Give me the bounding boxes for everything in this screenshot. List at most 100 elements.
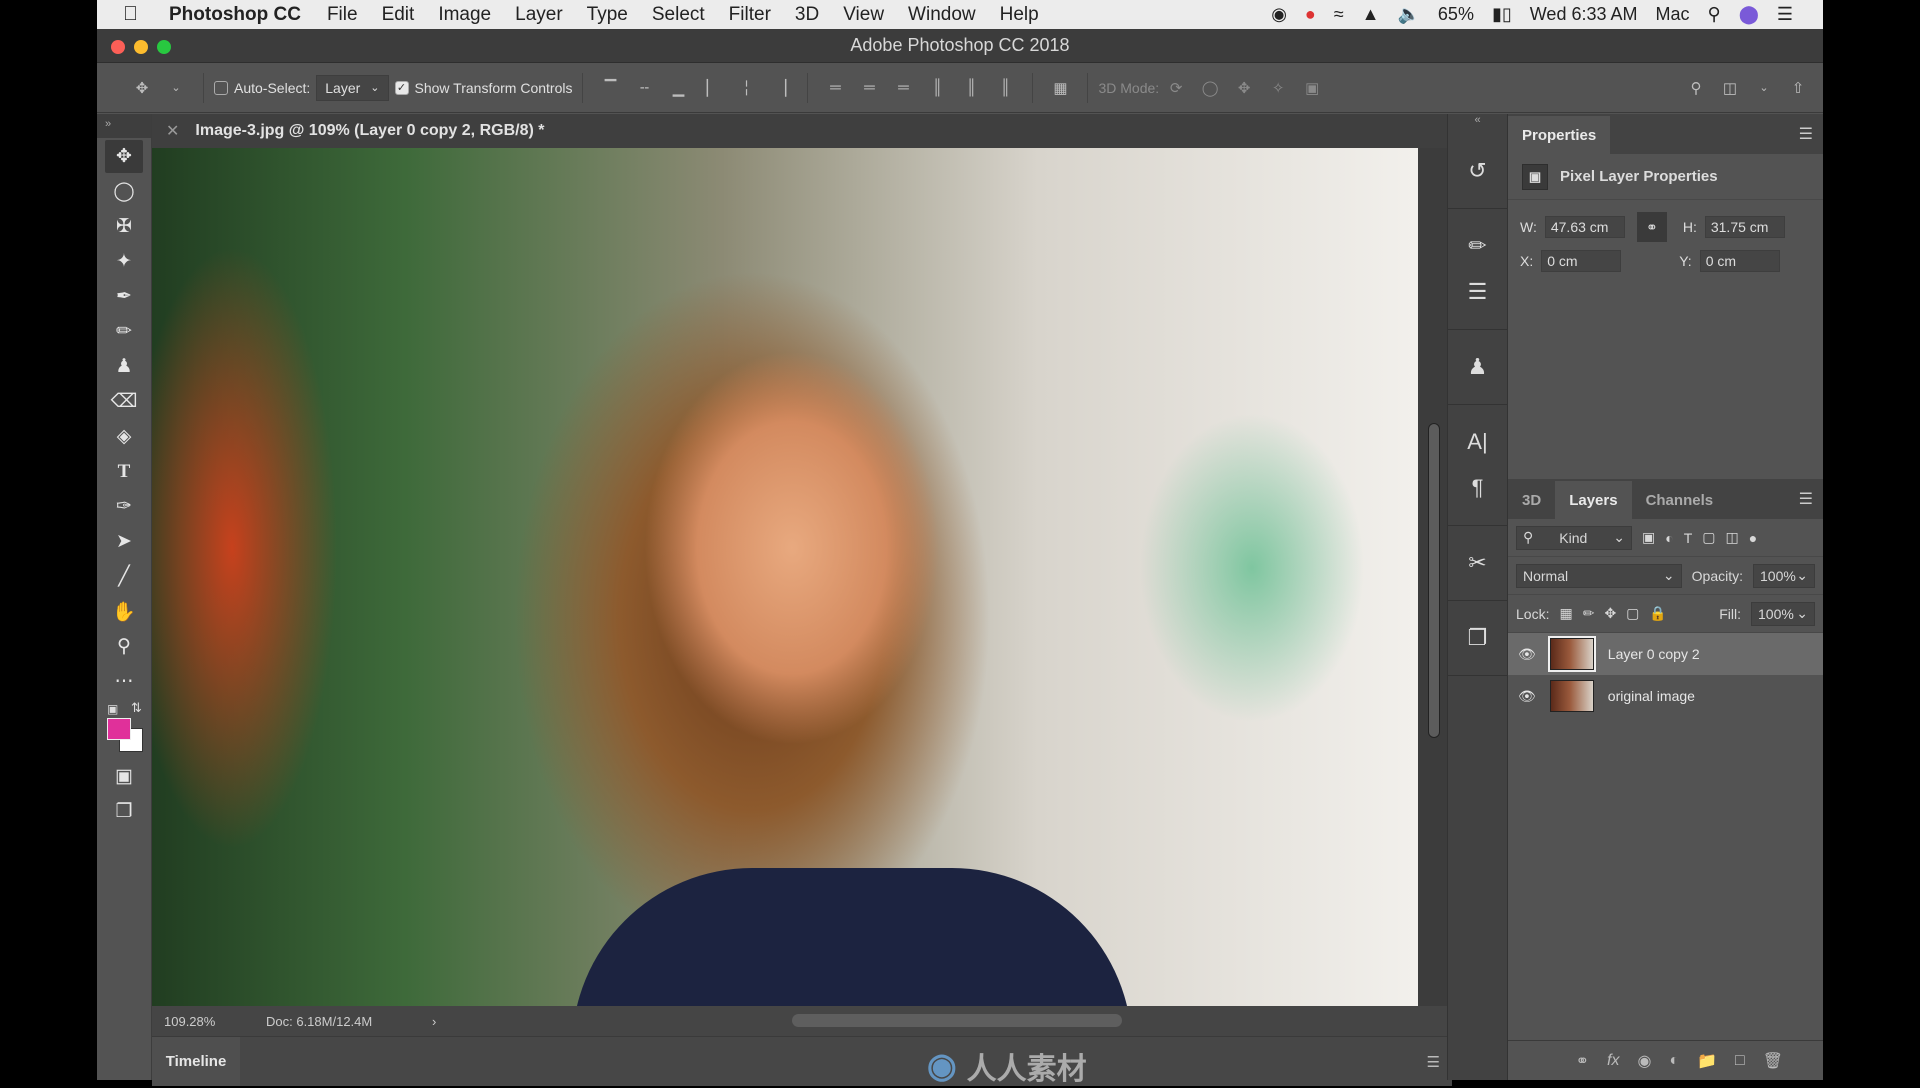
siri-icon[interactable]: ⬤ [1739,4,1759,25]
user-name[interactable]: Mac [1656,4,1690,25]
3d-slide-icon[interactable]: ✧ [1267,77,1289,99]
type-tool-icon[interactable]: T [105,455,143,488]
properties-menu-icon[interactable]: ☰ [1799,124,1813,144]
opacity-field[interactable]: 100% ⌄ [1753,563,1815,588]
lock-all-icon[interactable]: 🔒 [1649,605,1666,622]
show-transform-checkbox[interactable]: ✓ [394,80,409,95]
magic-wand-tool-icon[interactable]: ✦ [105,245,143,278]
filter-smart-object-icon[interactable]: ◫ [1726,529,1739,546]
distribute-vcenter-icon[interactable]: ═ [858,77,880,99]
layers-menu-icon[interactable]: ☰ [1799,489,1813,509]
default-colors-icon[interactable]: ▣ [107,702,118,716]
3d-roll-icon[interactable]: ◯ [1199,77,1221,99]
menu-select[interactable]: Select [652,4,705,26]
filter-adjustment-icon[interactable]: ◐ [1665,530,1673,546]
height-field[interactable]: 31.75 cm [1704,216,1785,238]
polygonal-lasso-tool-icon[interactable]: ✠ [105,210,143,243]
chevron-down-icon[interactable]: ⌄ [1753,77,1775,99]
notification-center-icon[interactable]: ☰ [1777,4,1793,25]
timeline-tab[interactable]: Timeline [152,1037,240,1086]
layer-filter-dropdown[interactable]: ⚲ Kind ⌄ [1516,525,1632,550]
vertical-scrollbar-thumb[interactable] [1428,423,1440,738]
canvas-area[interactable] [152,148,1452,1006]
align-bottom-icon[interactable]: ▁ [667,77,689,99]
layer-row[interactable]: 👁 original image [1508,675,1823,717]
apple-menu-icon[interactable]:  [123,3,149,26]
auto-select-target-dropdown[interactable]: Layer ⌄ [316,74,389,101]
add-mask-icon[interactable]: ◉ [1637,1051,1651,1071]
align-vcenter-icon[interactable]: ╌ [633,77,655,99]
width-field[interactable]: 47.63 cm [1544,216,1625,238]
document-tab[interactable]: ✕ Image-3.jpg @ 109% (Layer 0 copy 2, RG… [152,114,1452,148]
fx-icon[interactable]: fx [1607,1052,1619,1070]
minimize-window-button[interactable] [134,40,148,54]
brush-tool-icon[interactable]: ✏ [105,315,143,348]
lock-position-icon[interactable]: ✥ [1604,605,1616,622]
align-right-icon[interactable]: ▕ [769,77,791,99]
collapse-dock-icon[interactable]: « [1448,114,1507,134]
distribute-hcenter-icon[interactable]: ║ [960,77,982,99]
filter-pixel-icon[interactable]: ▣ [1642,529,1655,546]
distribute-left-icon[interactable]: ║ [926,77,948,99]
chevron-down-icon[interactable]: ⌄ [165,77,187,99]
distribute-bottom-icon[interactable]: ═ [892,77,914,99]
lock-artboard-icon[interactable]: ▢ [1626,605,1639,622]
3d-orbit-icon[interactable]: ⟳ [1165,77,1187,99]
3d-camera-icon[interactable]: ▣ [1301,77,1323,99]
menu-view[interactable]: View [843,4,884,26]
align-left-icon[interactable]: ▏ [701,77,723,99]
timeline-menu-icon[interactable]: ☰ [1427,1053,1440,1071]
new-layer-icon[interactable]: □ [1735,1052,1745,1070]
airplay-icon[interactable]: ▲ [1362,4,1380,25]
zoom-tool-icon[interactable]: ⚲ [105,630,143,663]
hand-tool-icon[interactable]: ✋ [105,595,143,628]
filter-type-icon[interactable]: T [1684,530,1693,546]
align-hcenter-icon[interactable]: ╎ [735,77,757,99]
line-tool-icon[interactable]: ╱ [105,560,143,593]
status-menu-icon[interactable]: › [432,1014,436,1029]
fill-field[interactable]: 100% ⌄ [1751,601,1815,626]
swap-colors-icon[interactable]: ⇅ [131,700,142,716]
distribute-right-icon[interactable]: ║ [994,77,1016,99]
menu-image[interactable]: Image [438,4,491,26]
menu-layer[interactable]: Layer [515,4,563,26]
filter-shape-icon[interactable]: ▢ [1702,529,1715,546]
wifi-icon[interactable]: ≈ [1334,4,1344,25]
pen-tool-icon[interactable]: ✑ [105,490,143,523]
chevron-down-icon[interactable]: ⌄ [1796,567,1808,584]
menu-3d[interactable]: 3D [795,4,819,26]
3d-pan-icon[interactable]: ✥ [1233,77,1255,99]
foreground-color-swatch[interactable] [107,718,131,740]
volume-icon[interactable]: 🔈 [1398,4,1420,25]
adjustment-layer-icon[interactable]: ◐ [1669,1052,1679,1070]
tab-layers[interactable]: Layers [1555,481,1632,519]
layer-row[interactable]: 👁 Layer 0 copy 2 [1508,633,1823,675]
menu-file[interactable]: File [327,4,358,26]
new-group-icon[interactable]: 📁 [1697,1051,1717,1071]
tool-presets-icon[interactable]: ✂ [1448,540,1507,586]
y-field[interactable]: 0 cm [1699,250,1780,272]
search-icon[interactable]: ⚲ [1685,77,1707,99]
tab-properties[interactable]: Properties [1508,116,1611,154]
x-field[interactable]: 0 cm [1541,250,1622,272]
distribute-top-icon[interactable]: ═ [824,77,846,99]
expand-tools-icon[interactable]: » [97,114,151,138]
lock-transparency-icon[interactable]: ▦ [1559,605,1572,622]
close-window-button[interactable] [111,40,125,54]
eyedropper-tool-icon[interactable]: ✒ [105,280,143,313]
visibility-eye-icon[interactable]: 👁 [1518,688,1536,705]
canvas-image[interactable] [152,148,1418,1006]
chevron-down-icon[interactable]: ⌄ [1796,605,1808,622]
menu-help[interactable]: Help [1000,4,1039,26]
delete-layer-icon[interactable]: 🗑 [1763,1051,1783,1071]
more-tools-icon[interactable]: ⋯ [105,665,143,698]
horizontal-scrollbar-thumb[interactable] [792,1014,1122,1027]
libraries-icon[interactable]: ❐ [1448,615,1507,661]
clock[interactable]: Wed 6:33 AM [1530,4,1638,25]
eraser-tool-icon[interactable]: ⌫ [105,385,143,418]
menu-type[interactable]: Type [587,4,628,26]
spotlight-icon[interactable]: ⚲ [1708,4,1721,25]
battery-icon[interactable]: ▮▯ [1492,4,1512,25]
layer-name[interactable]: Layer 0 copy 2 [1608,646,1700,662]
menu-app-name[interactable]: Photoshop CC [169,4,301,26]
